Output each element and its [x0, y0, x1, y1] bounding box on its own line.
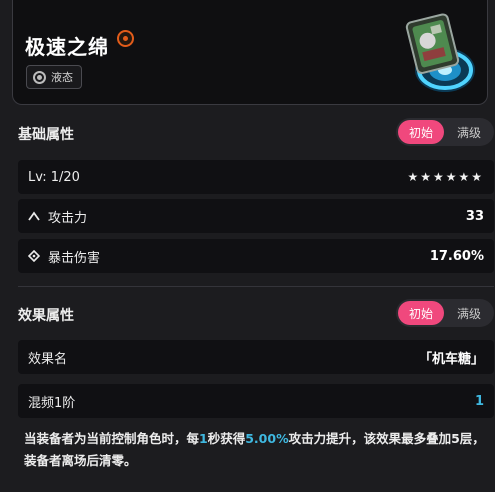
crit-damage-icon [28, 250, 40, 262]
rank-label: 混频1阶 [28, 395, 76, 411]
stat-value-attack: 33 [465, 208, 484, 224]
rarity-icon [117, 30, 134, 47]
attribute-label: 液态 [51, 71, 73, 84]
base-section-title: 基础属性 [18, 127, 74, 143]
desc-text-1: 当装备者为当前控制角色时，每 [24, 431, 200, 446]
desc-highlight-interval: 1 [199, 431, 208, 446]
stat-row-crit-damage: 暴击伤害 17.60% [18, 239, 494, 273]
item-name: 极速之绵 [25, 35, 109, 59]
star-rating: ★★★★★★ [407, 170, 484, 184]
stat-value-crit-damage: 17.60% [429, 248, 484, 264]
rank-row: 混频1阶 1 [18, 384, 494, 418]
effect-name-row: 效果名 「机车糖」 [18, 340, 494, 374]
attack-icon [28, 211, 40, 221]
base-level-toggle[interactable]: 初始 满级 [396, 118, 494, 146]
desc-highlight-percent: 5.00% [245, 431, 289, 446]
base-toggle-max[interactable]: 满级 [444, 124, 494, 141]
level-row: Lv: 1/20 ★★★★★★ [18, 160, 494, 194]
effect-section-title: 效果属性 [18, 308, 74, 324]
level-label: Lv: 1/20 [28, 169, 80, 185]
effect-level-toggle[interactable]: 初始 满级 [396, 299, 494, 327]
rank-value: 1 [474, 393, 484, 409]
liquid-icon [33, 70, 46, 84]
base-toggle-initial[interactable]: 初始 [398, 120, 444, 144]
effect-toggle-initial[interactable]: 初始 [398, 301, 444, 325]
section-divider [18, 286, 494, 287]
item-header-card: 极速之绵 液态 [12, 0, 488, 105]
attribute-tag: 液态 [26, 65, 82, 89]
stat-row-attack: 攻击力 33 [18, 199, 494, 233]
stat-label-attack: 攻击力 [48, 210, 88, 226]
effect-description: 当装备者为当前控制角色时，每1秒获得5.00%攻击力提升，该效果最多叠加5层，装… [24, 428, 492, 472]
effect-name-label: 效果名 [28, 351, 68, 367]
item-art-icon [405, 13, 475, 92]
effect-toggle-max[interactable]: 满级 [444, 305, 494, 322]
stat-label-crit-damage: 暴击伤害 [48, 250, 101, 266]
desc-text-2: 秒获得 [207, 431, 246, 446]
effect-name-value: 「机车糖」 [418, 351, 484, 367]
